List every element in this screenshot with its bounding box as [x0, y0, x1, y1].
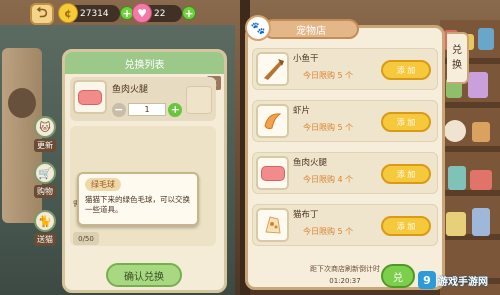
heart-gem-icon: ♥: [132, 3, 152, 23]
quantity-stepper: − 1 +: [112, 102, 182, 117]
gem-counter: ♥ 22: [132, 3, 182, 23]
side-button-send-cat[interactable]: 🐈 送猫: [33, 210, 57, 250]
shop-item-name: 虾片: [293, 106, 311, 116]
shop-item-name: 猫布丁: [293, 210, 319, 220]
side-button-label: 购物: [34, 185, 56, 198]
gem-amount: 22: [154, 8, 166, 19]
back-arrow-icon[interactable]: ⮌: [30, 3, 54, 25]
add-gem-button[interactable]: +: [182, 6, 196, 20]
fish-ham-icon: [73, 80, 107, 114]
tab-exchange[interactable]: 兑 换: [447, 32, 469, 84]
side-button-label: 送猫: [34, 233, 56, 246]
shop-item-limit: 今日限购 5 个: [303, 123, 354, 132]
exchange-item-card: 鱼肉火腿 − 1 +: [70, 77, 216, 121]
shop-item-row: 鱼肉火腿 今日限购 4 个 添 加: [252, 152, 438, 194]
shop-item-name: 鱼肉火腿: [293, 158, 328, 168]
fish-ham-icon: [256, 156, 289, 190]
item-side-slot: [186, 86, 212, 114]
dried-fish-icon: [256, 52, 289, 86]
watermark: 9 游戏手游网: [418, 268, 498, 292]
shop-item-name: 小鱼干: [293, 54, 319, 64]
coin-amount: 27314: [80, 8, 109, 19]
tooltip-title: 绿毛球: [85, 178, 121, 191]
watermark-text: 游戏手游网: [438, 276, 488, 288]
cat-bowl-icon: 🐾: [245, 15, 271, 41]
add-button[interactable]: 添 加: [381, 216, 431, 236]
pet-shop-panel: 宠物店 🐾 小鱼干 今日限购 5 个 添 加 虾片 今日限购 5 个 添 加 鱼…: [245, 15, 445, 290]
exchange-item-name: 鱼肉火腿: [112, 85, 149, 95]
add-button[interactable]: 添 加: [381, 112, 431, 132]
side-button-label: 更新: [34, 139, 56, 152]
quantity-field[interactable]: 1: [127, 103, 167, 116]
tooltip-description: 猫猫下来的绿色毛球，可以交换一些道具。: [85, 195, 190, 214]
shrimp-chip-icon: [256, 104, 289, 138]
item-tooltip: 绿毛球 猫猫下来的绿色毛球，可以交换一些道具。: [77, 172, 199, 226]
side-button-shop[interactable]: 🛒 购物: [33, 162, 57, 202]
shop-item-limit: 今日限购 4 个: [303, 175, 354, 184]
exchange-panel: 兑换列表 x 鱼肉火腿 − 1 + 需要 0/50 确认兑换: [62, 49, 227, 293]
add-button[interactable]: 添 加: [381, 60, 431, 80]
shop-item-limit: 今日限购 5 个: [303, 71, 354, 80]
coin-icon: ¢: [58, 3, 78, 23]
cat-pudding-icon: [256, 208, 289, 242]
side-button-update[interactable]: 🐱 更新: [33, 116, 57, 156]
confirm-exchange-button[interactable]: 确认兑换: [106, 263, 182, 287]
requirement-counter: 0/50: [73, 232, 99, 245]
tab-label-line2: 换: [452, 60, 462, 71]
decrease-button[interactable]: −: [112, 102, 126, 117]
coin-counter: ¢ 27314: [58, 3, 120, 23]
shop-exchange-button[interactable]: 兑: [381, 264, 415, 288]
shop-item-row: 猫布丁 今日限购 5 个 添 加: [252, 204, 438, 246]
add-button[interactable]: 添 加: [381, 164, 431, 184]
watermark-logo: 9: [418, 271, 436, 289]
shop-item-limit: 今日限购 5 个: [303, 227, 354, 236]
shop-item-row: 虾片 今日限购 5 个 添 加: [252, 100, 438, 142]
shop-header: 宠物店 🐾: [245, 15, 445, 45]
cart-icon: 🛒: [34, 162, 56, 184]
top-hud: ⮌ ¢ 27314 + ♥ 22 +: [0, 0, 235, 26]
tab-label-line1: 兑: [452, 45, 462, 56]
increase-button[interactable]: +: [168, 102, 182, 117]
exchange-panel-title: 兑换列表: [65, 52, 224, 74]
shop-item-row: 小鱼干 今日限购 5 个 添 加: [252, 48, 438, 90]
shop-title: 宠物店: [263, 19, 359, 39]
cat-icon: 🐈: [34, 210, 56, 232]
cat-face-icon: 🐱: [34, 116, 56, 138]
